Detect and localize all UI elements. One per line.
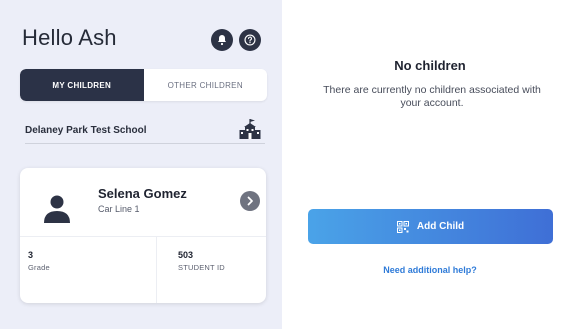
empty-state-message: There are currently no children associat… <box>323 84 541 109</box>
tab-other-children[interactable]: OTHER CHILDREN <box>144 69 268 101</box>
child-card[interactable]: Selena Gomez Car Line 1 3 Grade 503 STUD… <box>20 168 266 303</box>
chevron-right-icon <box>247 196 253 206</box>
add-child-label: Add Child <box>416 221 465 232</box>
student-id-value: 503 <box>178 250 194 260</box>
help-icon <box>244 34 256 46</box>
help-button[interactable] <box>239 29 261 51</box>
empty-state-title: No children <box>394 58 466 73</box>
card-column-divider <box>156 236 157 303</box>
child-name: Selena Gomez <box>98 186 187 201</box>
qr-code-icon <box>396 220 409 233</box>
children-tab-switcher: MY CHILDREN OTHER CHILDREN <box>20 69 267 101</box>
empty-state-panel: No children There are currently no child… <box>282 0 564 329</box>
child-details-button[interactable] <box>240 191 260 211</box>
bell-icon <box>218 35 226 46</box>
notifications-button[interactable] <box>211 29 233 51</box>
tab-my-children[interactable]: MY CHILDREN <box>20 69 144 101</box>
need-help-link[interactable]: Need additional help? <box>282 265 564 275</box>
home-panel: Hello Ash MY CHILDREN OTHER CHILDREN Del… <box>0 0 282 329</box>
greeting-title: Hello Ash <box>22 25 117 50</box>
school-icon[interactable] <box>238 118 262 145</box>
student-id-label: STUDENT ID <box>178 263 225 272</box>
child-car-line: Car Line 1 <box>98 204 140 214</box>
school-name[interactable]: Delaney Park Test School <box>25 125 147 136</box>
user-icon <box>43 194 71 229</box>
add-child-button[interactable]: Add Child <box>308 209 553 244</box>
school-divider <box>25 143 265 144</box>
grade-value: 3 <box>28 250 34 260</box>
grade-label: Grade <box>28 263 50 272</box>
card-divider <box>20 236 266 237</box>
